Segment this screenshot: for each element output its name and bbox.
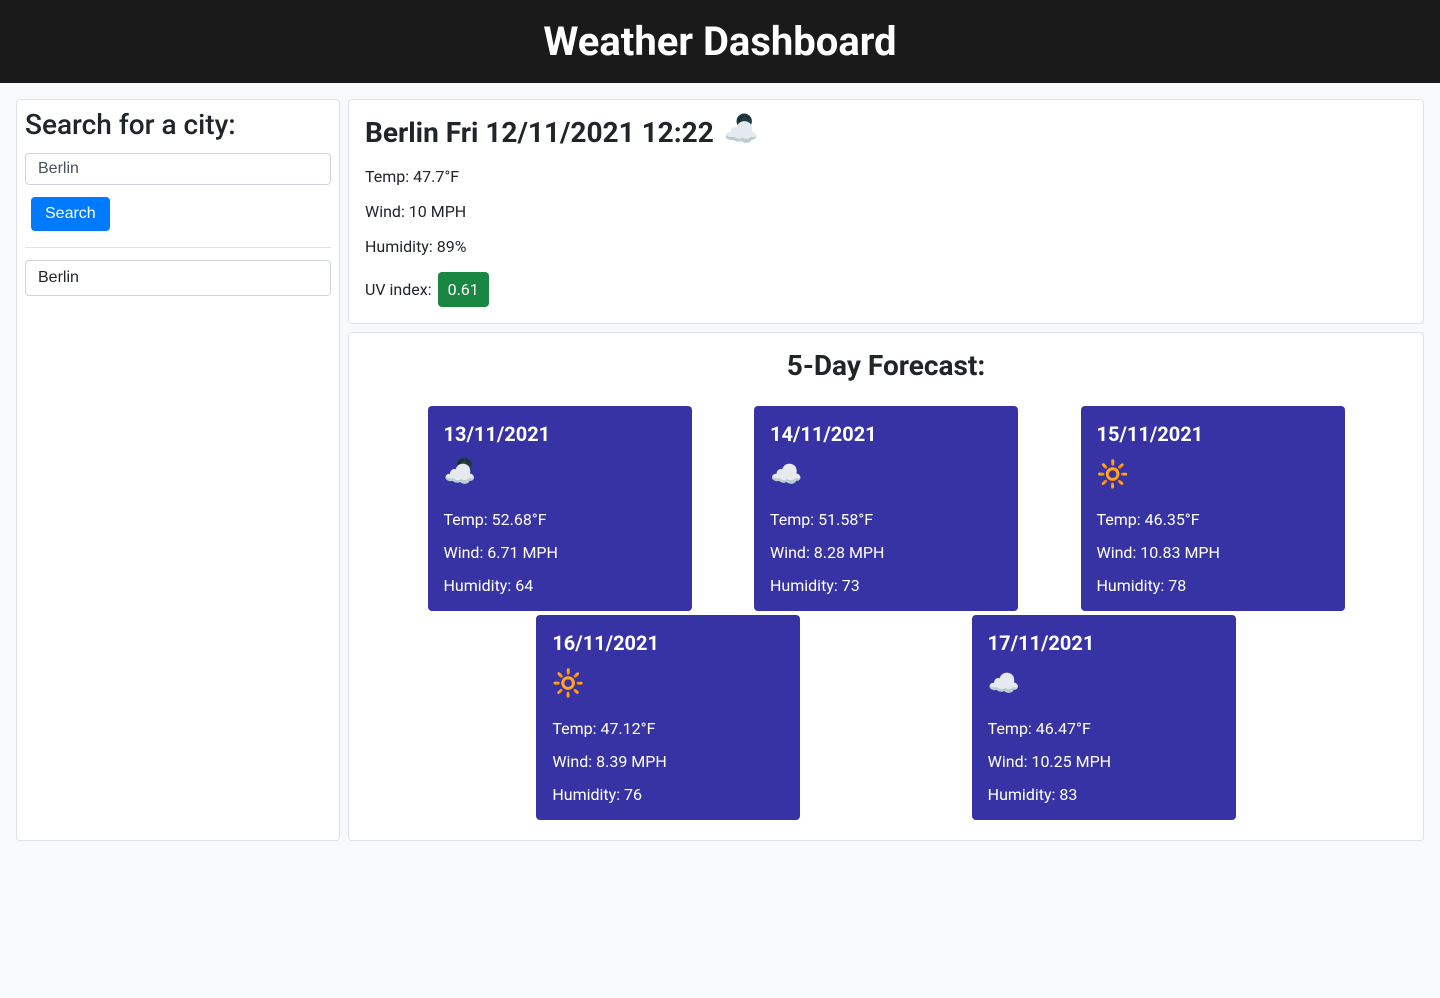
current-weather-card: Berlin Fri 12/11/2021 12:22 🌑☁️ Temp: 47… <box>348 99 1424 324</box>
app-header: Weather Dashboard <box>0 0 1440 83</box>
forecast-card: 17/11/2021 ☁️ Temp: 46.47°F Wind: 10.25 MPH… <box>972 615 1236 820</box>
forecast-temp: Temp: 46.47°F <box>988 719 1220 738</box>
forecast-humidity: Humidity: 78 <box>1097 576 1329 595</box>
forecast-card: 13/11/2021 🌑☁️ Temp: 52.68°F Wind: 6.71 MPH… <box>428 406 692 611</box>
current-temp: Temp: 47.7°F <box>365 167 1407 186</box>
forecast-section: 5-Day Forecast: 13/11/2021 🌑☁️ Temp: 52.68… <box>348 332 1424 841</box>
current-uv-row: UV index: 0.61 <box>365 272 1407 307</box>
forecast-date: 16/11/2021 <box>552 631 784 655</box>
history-item[interactable]: Berlin <box>25 260 331 296</box>
forecast-humidity: Humidity: 76 <box>552 785 784 804</box>
current-title-row: Berlin Fri 12/11/2021 12:22 🌑☁️ <box>365 116 1407 149</box>
city-input[interactable] <box>25 153 331 185</box>
search-button[interactable]: Search <box>31 197 110 231</box>
forecast-humidity: Humidity: 64 <box>444 576 676 595</box>
forecast-temp: Temp: 52.68°F <box>444 510 676 529</box>
forecast-weather-icon: ☁️ <box>770 460 1002 490</box>
forecast-card: 14/11/2021 ☁️ Temp: 51.58°F Wind: 8.28 MPH H… <box>754 406 1018 611</box>
uv-label: UV index: <box>365 280 432 299</box>
current-wind: Wind: 10 MPH <box>365 202 1407 221</box>
forecast-date: 13/11/2021 <box>444 422 676 446</box>
forecast-weather-icon: 🌑☁️ <box>444 460 676 490</box>
current-humidity: Humidity: 89% <box>365 237 1407 256</box>
forecast-humidity: Humidity: 83 <box>988 785 1220 804</box>
sidebar: Search for a city: Search Berlin <box>16 99 340 841</box>
forecast-card: 16/11/2021 🔆 Temp: 47.12°F Wind: 8.39 MPH Hu… <box>536 615 800 820</box>
forecast-wind: Wind: 10.83 MPH <box>1097 543 1329 562</box>
forecast-temp: Temp: 47.12°F <box>552 719 784 738</box>
main-container: Search for a city: Search Berlin Berlin … <box>0 83 1440 857</box>
sidebar-divider <box>25 247 331 248</box>
forecast-weather-icon: ☁️ <box>988 669 1220 699</box>
forecast-grid: 13/11/2021 🌑☁️ Temp: 52.68°F Wind: 6.71 MPH… <box>365 406 1407 824</box>
forecast-wind: Wind: 8.28 MPH <box>770 543 1002 562</box>
current-weather-icon: 🌑☁️ <box>724 116 758 149</box>
forecast-date: 15/11/2021 <box>1097 422 1329 446</box>
search-heading: Search for a city: <box>25 108 331 141</box>
forecast-wind: Wind: 6.71 MPH <box>444 543 676 562</box>
search-history: Berlin <box>25 260 331 296</box>
forecast-wind: Wind: 8.39 MPH <box>552 752 784 771</box>
forecast-weather-icon: 🔆 <box>552 669 784 699</box>
forecast-title: 5-Day Forecast: <box>365 349 1407 382</box>
current-city-datetime: Berlin Fri 12/11/2021 12:22 <box>365 116 714 149</box>
forecast-card: 15/11/2021 🔆 Temp: 46.35°F Wind: 10.83 MPH H… <box>1081 406 1345 611</box>
uv-badge: 0.61 <box>438 272 489 307</box>
forecast-temp: Temp: 51.58°F <box>770 510 1002 529</box>
forecast-temp: Temp: 46.35°F <box>1097 510 1329 529</box>
forecast-date: 17/11/2021 <box>988 631 1220 655</box>
app-title: Weather Dashboard <box>0 18 1440 65</box>
forecast-date: 14/11/2021 <box>770 422 1002 446</box>
forecast-humidity: Humidity: 73 <box>770 576 1002 595</box>
forecast-wind: Wind: 10.25 MPH <box>988 752 1220 771</box>
forecast-weather-icon: 🔆 <box>1097 460 1329 490</box>
main-content: Berlin Fri 12/11/2021 12:22 🌑☁️ Temp: 47… <box>348 99 1424 841</box>
